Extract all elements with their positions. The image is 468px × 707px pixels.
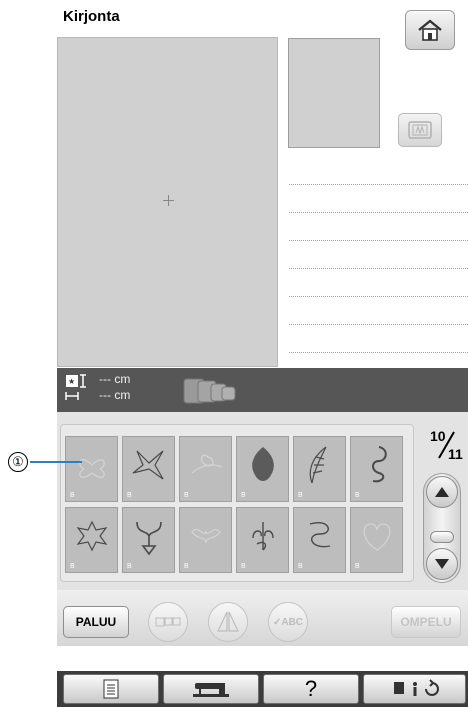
bird-branch-icon	[191, 454, 223, 474]
height-value: --- cm	[99, 372, 131, 386]
divider	[289, 296, 468, 297]
question-icon: ?	[304, 676, 318, 701]
flower-icon	[76, 520, 108, 552]
damask-ornament-pattern[interactable]: B	[236, 436, 289, 502]
paisley-scroll-icon	[372, 446, 387, 483]
hoop-sizes-icon	[183, 378, 236, 404]
svg-text:★: ★	[68, 377, 75, 386]
paisley-scroll-pattern[interactable]: B	[350, 436, 403, 502]
swirl-icon	[191, 528, 221, 544]
size-icon: ★	[65, 374, 86, 400]
callout-leader	[30, 461, 82, 463]
scroll-thumb[interactable]	[430, 531, 454, 543]
page-indicator: 10 11	[422, 428, 466, 464]
mirror-icon	[217, 611, 239, 632]
heart-scroll-icon	[136, 521, 162, 556]
heart-icon	[363, 523, 391, 551]
page-total: 11	[448, 446, 463, 462]
frame-display-button	[398, 113, 442, 147]
tile-tag: B	[355, 563, 360, 570]
divider	[289, 212, 468, 213]
divider	[289, 324, 468, 325]
callout-number: ①	[8, 452, 28, 472]
tile-tag: B	[241, 563, 246, 570]
scroll-flourish-pattern[interactable]: B	[236, 507, 289, 573]
page-up-button[interactable]	[426, 476, 458, 508]
size-info-bar: ★ --- cm --- cm	[57, 368, 468, 412]
heart-scroll-pattern[interactable]: B	[122, 507, 175, 573]
document-icon	[103, 679, 119, 699]
swirl-pattern[interactable]: B	[179, 507, 232, 573]
tile-tag: B	[355, 492, 360, 499]
tile-tag: B	[70, 492, 75, 499]
page-title: Kirjonta	[63, 8, 120, 25]
flower-pattern[interactable]: B	[65, 507, 118, 573]
tile-tag: B	[298, 563, 303, 570]
feather-pattern[interactable]: B	[293, 436, 346, 502]
divider	[289, 240, 468, 241]
knot-icon	[309, 522, 331, 548]
butterfly-icon	[79, 459, 105, 478]
back-button[interactable]: PALUU	[63, 606, 129, 638]
divider	[289, 352, 468, 353]
feather-icon	[309, 446, 327, 484]
width-value: --- cm	[99, 388, 131, 402]
tile-tag: B	[184, 563, 189, 570]
home-icon	[418, 19, 442, 41]
scroll-flourish-icon	[252, 522, 274, 551]
home-button[interactable]	[405, 10, 455, 50]
arrow-up-icon	[435, 487, 449, 497]
document-button[interactable]	[63, 674, 159, 704]
tile-tag: B	[241, 492, 246, 499]
mirror-button[interactable]	[208, 602, 248, 642]
tile-tag: B	[184, 492, 189, 499]
dragonfly-icon	[132, 450, 164, 480]
divider	[289, 268, 468, 269]
page-scrollbar[interactable]	[423, 473, 461, 583]
center-crosshair-icon	[163, 195, 174, 206]
heart-pattern[interactable]: B	[350, 507, 403, 573]
tile-tag: B	[127, 492, 132, 499]
damask-ornament-icon	[252, 447, 274, 481]
multi-select-icon	[155, 617, 181, 627]
hoop-icon	[408, 121, 432, 139]
machine-button[interactable]	[163, 674, 259, 704]
sew-button[interactable]: OMPELU	[391, 606, 461, 638]
settings-button[interactable]	[363, 674, 466, 704]
multi-select-button[interactable]	[148, 602, 188, 642]
tile-tag: B	[70, 563, 75, 570]
abc-check-button[interactable]: ✓ABC	[268, 602, 308, 642]
pattern-thumbnail	[288, 38, 380, 148]
sewing-machine-icon	[193, 683, 229, 697]
bird-branch-pattern[interactable]: B	[179, 436, 232, 502]
divider	[289, 184, 468, 185]
page-down-button[interactable]	[426, 548, 458, 580]
tile-tag: B	[298, 492, 303, 499]
knot-pattern[interactable]: B	[293, 507, 346, 573]
embroidery-preview	[57, 37, 278, 367]
settings-icon	[393, 679, 439, 696]
butterfly-pattern[interactable]: B	[65, 436, 118, 502]
dragonfly-pattern[interactable]: B	[122, 436, 175, 502]
arrow-down-icon	[435, 559, 449, 569]
tile-tag: B	[127, 563, 132, 570]
help-button[interactable]: ?	[263, 674, 359, 704]
